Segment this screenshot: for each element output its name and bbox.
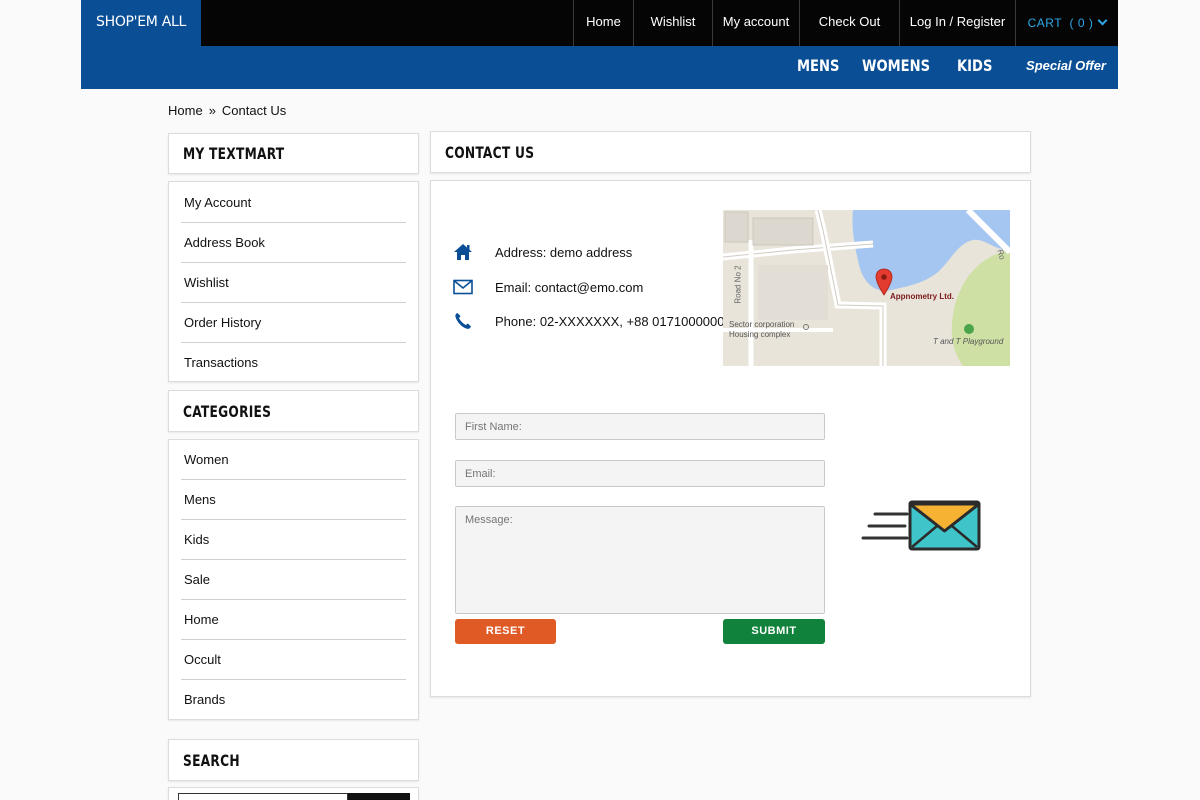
cart-button[interactable]: CART ( 0 ) <box>1015 0 1118 46</box>
search-input[interactable] <box>178 793 348 800</box>
search-box-header: SEARCH <box>168 739 419 781</box>
first-name-input[interactable] <box>455 413 825 440</box>
page-title: CONTACT US <box>445 142 535 162</box>
nav-wishlist[interactable]: Wishlist <box>633 0 712 46</box>
sidebar-item-wishlist[interactable]: Wishlist <box>181 263 406 303</box>
category-item-mens[interactable]: Mens <box>181 480 406 520</box>
phone-icon <box>453 311 473 331</box>
search-box-title: SEARCH <box>183 750 240 770</box>
phone-text: Phone: 02-XXXXXXX, +88 0171000000 <box>495 313 725 329</box>
contact-body: Address: demo address Email: contact@emo… <box>430 180 1031 697</box>
nav-home[interactable]: Home <box>573 0 633 46</box>
sidebar-item-transactions[interactable]: Transactions <box>181 343 406 383</box>
top-bar-inner: SHOP'EM ALL Home Wishlist My account Che… <box>81 0 1118 46</box>
nav-login-register[interactable]: Log In / Register <box>899 0 1015 46</box>
map-poi-playground: T and T Playground <box>933 337 1004 346</box>
tree-icon <box>964 324 974 334</box>
map-road-label: Road No 2 <box>733 265 743 304</box>
categories-box-title: CATEGORIES <box>183 401 272 421</box>
special-offer-link[interactable]: Special Offer <box>1026 46 1106 89</box>
breadcrumb-separator: » <box>208 103 216 118</box>
email-input[interactable] <box>455 460 825 487</box>
category-item-occult[interactable]: Occult <box>181 640 406 680</box>
category-item-home[interactable]: Home <box>181 600 406 640</box>
categories-menu: Women Mens Kids Sale Home Occult Brands <box>168 439 419 720</box>
breadcrumb-current: Contact Us <box>221 103 287 118</box>
message-textarea[interactable] <box>455 506 825 614</box>
cat-womens[interactable]: WOMENS <box>862 46 930 89</box>
contact-header: CONTACT US <box>430 131 1031 173</box>
account-box-title: MY TEXTMART <box>183 144 285 163</box>
category-item-brands[interactable]: Brands <box>181 680 406 720</box>
search-button[interactable] <box>348 793 410 800</box>
cat-mens[interactable]: MENS <box>797 46 839 89</box>
submit-button[interactable]: SUBMIT <box>723 619 825 644</box>
breadcrumb: Home » Contact Us <box>168 103 286 118</box>
cart-label: CART ( 0 ) <box>1027 16 1094 30</box>
categories-box-header: CATEGORIES <box>168 390 419 432</box>
top-bar: SHOP'EM ALL Home Wishlist My account Che… <box>0 0 1200 46</box>
category-item-kids[interactable]: Kids <box>181 520 406 560</box>
email-text[interactable]: Email: contact@emo.com <box>495 280 643 295</box>
address-row: Address: demo address <box>453 242 632 262</box>
site-logo[interactable]: SHOP'EM ALL <box>81 0 201 46</box>
phone-row: Phone: 02-XXXXXXX, +88 0171000000 <box>453 311 725 331</box>
sidebar-item-order-history[interactable]: Order History <box>181 303 406 343</box>
category-item-women[interactable]: Women <box>181 440 406 480</box>
sidebar-item-my-account[interactable]: My Account <box>181 183 406 223</box>
sending-mail-icon <box>861 500 981 551</box>
chevron-down-icon <box>1097 15 1108 26</box>
category-item-sale[interactable]: Sale <box>181 560 406 600</box>
reset-button[interactable]: RESET <box>455 619 556 644</box>
top-nav: Home Wishlist My account Check Out Log I… <box>573 0 1118 46</box>
location-map[interactable]: Appnometry Ltd. Sector corporation Housin… <box>723 210 1010 366</box>
account-box-header: MY TEXTMART <box>168 133 419 174</box>
map-marker-label: Appnometry Ltd. <box>890 292 954 301</box>
category-bar: MENS WOMENS KIDS Special Offer <box>81 46 1118 89</box>
account-menu: My Account Address Book Wishlist Order H… <box>168 181 419 382</box>
address-text: Address: demo address <box>495 244 633 260</box>
map-poi-marker <box>803 324 809 330</box>
map-poi-sector: Sector corporation Housing complex <box>729 320 795 339</box>
nav-my-account[interactable]: My account <box>712 0 799 46</box>
breadcrumb-home[interactable]: Home <box>168 103 203 118</box>
envelope-icon <box>453 277 473 297</box>
email-row: Email: contact@emo.com <box>453 277 643 297</box>
cat-kids[interactable]: KIDS <box>957 46 992 89</box>
home-icon <box>453 242 473 262</box>
sidebar-item-address-book[interactable]: Address Book <box>181 223 406 263</box>
nav-check-out[interactable]: Check Out <box>799 0 899 46</box>
